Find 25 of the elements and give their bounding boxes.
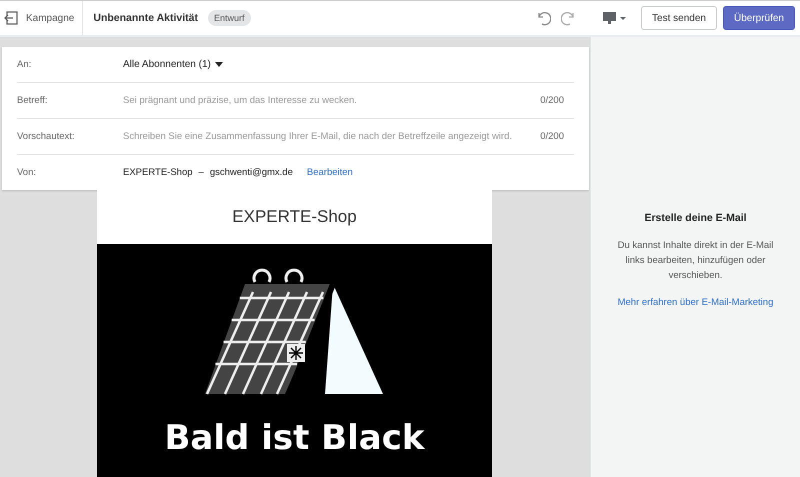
field-label: Vorschautext: <box>17 131 76 142</box>
status-badge: Entwurf <box>208 10 251 26</box>
panel-title: Erstelle deine E-Mail <box>644 212 747 224</box>
sender-name: EXPERTE-Shop <box>123 167 193 178</box>
page-title: Unbenannte Aktivität <box>93 12 198 24</box>
separator-dash: – <box>198 167 204 178</box>
field-label: Von: <box>17 167 38 178</box>
sender-email: gschwenti@gmx.de <box>210 167 293 178</box>
input-field[interactable]: Schreiben Sie eine Zusammenfassung Ihrer E-Mail, die nach der Betreffzeile angezeigt wird. <box>123 131 524 142</box>
back-button[interactable]: Kampagne <box>0 1 84 35</box>
desktop-preview-icon[interactable] <box>603 11 628 25</box>
banner-headline: Bald ist Black <box>164 418 424 458</box>
field-label: An: <box>17 59 32 70</box>
character-counter: 0/200 <box>539 95 564 106</box>
edit-link[interactable]: Bearbeiten <box>306 167 353 178</box>
panel-text: Du kannst Inhalte direkt in der E-Mail links bearbeiten, hinzufügen oder verschieben. <box>616 239 774 283</box>
caret-icon <box>214 62 223 67</box>
email-header: EXPERTE-Shop <box>97 190 492 244</box>
review-button[interactable]: Überprüfen <box>722 6 795 30</box>
send-test-button[interactable]: Test senden <box>641 6 717 30</box>
character-counter: 0/200 <box>539 131 564 142</box>
input-field[interactable]: Sei prägnant und präzise, um das Interesse zu wecken. <box>123 95 524 106</box>
field-label: Betreff: <box>17 95 48 106</box>
recipients-dropdown[interactable]: Alle Abonnenten (1) <box>123 59 223 70</box>
learn-more-link[interactable]: Mehr erfahren über E-Mail-Marketing <box>618 297 774 308</box>
